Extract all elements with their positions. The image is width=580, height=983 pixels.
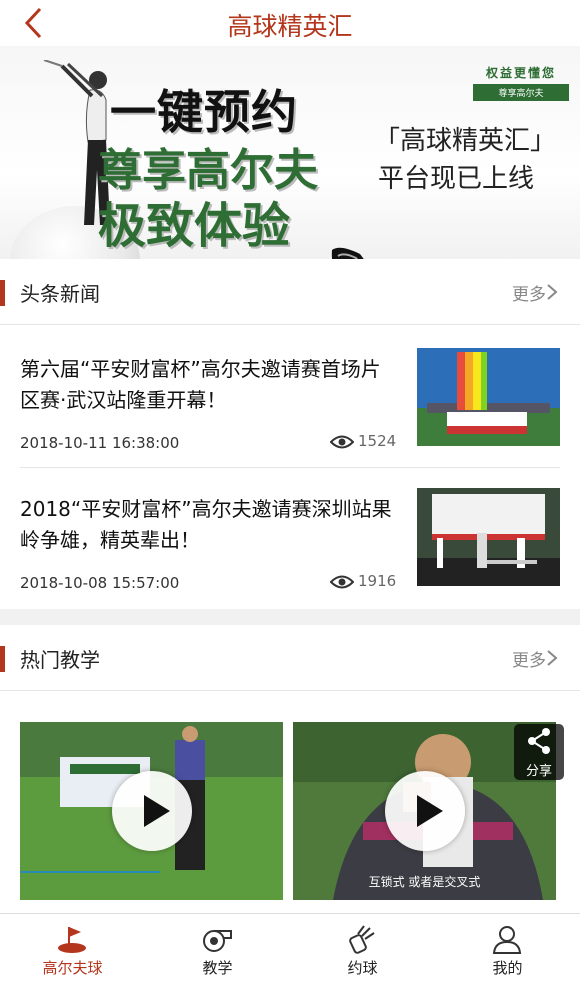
share-label: 分享	[525, 764, 552, 779]
tab-label: 约球	[347, 959, 378, 977]
play-icon[interactable]	[111, 771, 192, 851]
video-caption: 互锁式 或者是交叉式	[368, 875, 481, 889]
news-views: 1916	[329, 572, 397, 590]
golf-club-image	[331, 247, 364, 259]
teaching-more-link[interactable]: 更多	[512, 646, 546, 671]
news-thumbnail	[417, 348, 560, 446]
news-views: 1524	[329, 432, 397, 450]
news-date: 2018-10-08 15:57:00	[20, 574, 180, 592]
news-date: 2018-10-11 16:38:00	[20, 434, 180, 452]
tab-golf[interactable]: 高尔夫球	[0, 914, 145, 983]
news-separator	[20, 467, 560, 468]
tab-profile[interactable]: 我的	[435, 914, 580, 983]
teaching-section-title: 热门教学	[20, 648, 100, 672]
banner-headline-1: 一键预约	[110, 85, 298, 139]
news-item[interactable]: 第六届“平安财富杯”高尔夫邀请赛首场片区赛·武汉站隆重开幕！ 2018-10-1…	[20, 348, 560, 494]
tab-label: 教学	[202, 959, 233, 977]
chevron-right-icon[interactable]	[546, 283, 558, 301]
teaching-section-header: 热门教学 更多	[0, 625, 580, 691]
tab-booking[interactable]: 约球	[290, 914, 435, 983]
news-section-title: 头条新闻	[20, 282, 100, 306]
page-title: 高球精英汇	[227, 12, 353, 41]
promo-banner[interactable]: 一键预约 尊享高尔夫 极致体验 「高球精英汇」 平台现已上线 权益更懂您 尊享高…	[0, 46, 580, 259]
top-bar: 高球精英汇	[0, 0, 580, 46]
bottom-tab-bar: 高尔夫球 教学 约球 我的	[0, 913, 580, 983]
view-count: 1916	[358, 572, 397, 590]
tab-teaching[interactable]: 教学	[145, 914, 290, 983]
banner-launch-text: 平台现已上线	[378, 164, 535, 194]
user-icon	[492, 926, 522, 954]
video-card[interactable]	[20, 722, 283, 900]
whistle-icon	[203, 930, 232, 952]
golf-bag-icon	[349, 925, 375, 954]
eye-icon	[329, 575, 355, 588]
banner-logo-bottom: 尊享高尔夫	[473, 84, 569, 101]
news-title: 2018“平安财富杯”高尔夫邀请赛深圳站果岭争雄，精英辈出！	[20, 497, 392, 552]
news-more-link[interactable]: 更多	[512, 280, 546, 305]
view-count: 1524	[358, 432, 397, 450]
section-accent-bar	[0, 646, 5, 672]
tab-label: 高尔夫球	[42, 959, 103, 977]
chevron-right-icon[interactable]	[546, 649, 558, 667]
news-title: 第六届“平安财富杯”高尔夫邀请赛首场片区赛·武汉站隆重开幕！	[20, 357, 381, 412]
news-section-header: 头条新闻 更多	[0, 259, 580, 325]
play-icon[interactable]	[384, 771, 465, 851]
eye-icon	[329, 435, 355, 448]
share-icon	[528, 728, 550, 754]
banner-brand-text: 「高球精英汇」	[374, 126, 557, 156]
section-divider	[0, 609, 580, 625]
share-button[interactable]: 分享	[514, 724, 564, 780]
section-accent-bar	[0, 280, 5, 306]
tab-label: 我的	[492, 959, 523, 977]
golf-flag-icon	[58, 927, 86, 953]
banner-logo: 权益更懂您 尊享高尔夫	[473, 64, 569, 101]
banner-headline-3: 极致体验	[98, 198, 291, 254]
banner-logo-top: 权益更懂您	[485, 66, 556, 80]
news-thumbnail	[417, 488, 560, 586]
